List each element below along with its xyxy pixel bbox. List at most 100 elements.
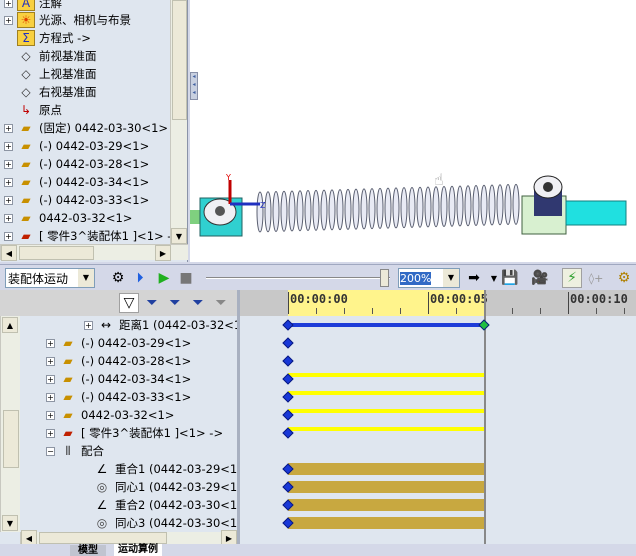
expand-toggle[interactable]: + xyxy=(4,159,13,169)
timeline-bar-yellow[interactable] xyxy=(288,409,484,413)
timeline-row[interactable] xyxy=(240,352,636,370)
filter-selected-icon[interactable]: ⏷ xyxy=(188,293,208,313)
scroll-left-button[interactable]: ◀ xyxy=(1,245,17,261)
tree-item[interactable]: + ▰ (-) 0442-03-33<1> xyxy=(4,191,149,209)
tree-item[interactable]: ∠ 重合2 (0442-03-30<1>,04 xyxy=(80,496,237,514)
add-key-icon[interactable]: ◊+ xyxy=(586,268,606,288)
timeline-row[interactable] xyxy=(240,442,636,460)
tab-model[interactable]: 模型 xyxy=(70,545,106,556)
animation-wizard-icon[interactable]: 🎥 xyxy=(530,268,550,288)
zoom-dropdown[interactable]: 200% ▼ xyxy=(398,268,460,288)
tree-item[interactable]: Σ 方程式 -> xyxy=(4,29,91,47)
filter-icon[interactable]: ▽ xyxy=(119,293,139,313)
scroll-thumb[interactable] xyxy=(3,410,19,468)
timeline-bar-gold[interactable] xyxy=(288,499,484,511)
key-point[interactable] xyxy=(282,355,294,367)
expand-toggle[interactable]: + xyxy=(46,428,55,438)
motor-icon[interactable]: ⚙ xyxy=(614,268,634,288)
tree-vertical-scrollbar[interactable]: ▼ xyxy=(170,0,187,244)
expand-toggle[interactable]: + xyxy=(46,374,55,384)
timeline-bar-yellow[interactable] xyxy=(288,373,484,377)
key-point[interactable] xyxy=(282,319,294,331)
expand-toggle[interactable]: + xyxy=(84,320,93,330)
timeline-bar-gold[interactable] xyxy=(288,517,484,529)
tree-item[interactable]: ◇ 上视基准面 xyxy=(4,65,96,83)
filter-results-icon[interactable]: ⏷ xyxy=(211,293,231,313)
timeline-row[interactable] xyxy=(240,370,636,388)
chevron-down-icon[interactable]: ▼ xyxy=(78,269,94,287)
expand-toggle[interactable]: + xyxy=(4,0,13,8)
timeline-row[interactable] xyxy=(240,316,636,334)
expand-toggle[interactable]: + xyxy=(46,392,55,402)
timeline[interactable]: 00:00:00 00:00:05 00:00:10 xyxy=(240,290,636,544)
panel-collapse-handle[interactable]: ◂ ◂ ◂ xyxy=(190,72,198,100)
timeline-row[interactable] xyxy=(240,334,636,352)
save-animation-icon[interactable]: 💾 xyxy=(500,268,520,288)
key-point[interactable] xyxy=(282,337,294,349)
tree-item[interactable]: + ▰ 0442-03-32<1> xyxy=(46,406,174,424)
scroll-up-button[interactable]: ▲ xyxy=(2,317,18,333)
expand-toggle[interactable]: + xyxy=(46,338,55,348)
expand-toggle[interactable]: − xyxy=(46,446,55,456)
scroll-down-button[interactable]: ▼ xyxy=(2,515,18,531)
scroll-thumb[interactable] xyxy=(19,246,94,260)
tree-item[interactable]: + ▰ (-) 0442-03-34<1> xyxy=(46,370,191,388)
tree-item[interactable]: ◎ 同心3 (0442-03-30<1>,04 xyxy=(80,514,237,532)
tree-item[interactable]: + ▰ (-) 0442-03-29<1> xyxy=(46,334,191,352)
playback-mode-icon[interactable]: ➡ xyxy=(464,268,484,288)
motion-vertical-scrollbar[interactable]: ▲ ▼ xyxy=(0,316,20,532)
expand-toggle[interactable]: + xyxy=(46,356,55,366)
timeline-bar-gold[interactable] xyxy=(288,481,484,493)
timeline-row[interactable] xyxy=(240,406,636,424)
tree-item[interactable]: + ▰ (-) 0442-03-34<1> xyxy=(4,173,149,191)
timeline-row[interactable] xyxy=(240,478,636,496)
tree-item[interactable]: − ⫴ 配合 xyxy=(46,442,104,460)
expand-toggle[interactable]: + xyxy=(4,141,13,151)
tree-item[interactable]: + ▰ (-) 0442-03-28<1> xyxy=(4,155,149,173)
expand-toggle[interactable]: + xyxy=(4,177,13,187)
scroll-thumb[interactable] xyxy=(172,0,187,120)
tree-horizontal-scrollbar[interactable]: ◀ ▶ xyxy=(0,244,188,261)
study-type-dropdown[interactable]: 装配体运动 ▼ xyxy=(5,268,95,288)
tree-item[interactable]: ↳ 原点 xyxy=(4,101,62,119)
stop-icon[interactable]: ■ xyxy=(176,268,196,288)
tree-item[interactable]: ◇ 前视基准面 xyxy=(4,47,96,65)
end-key-point[interactable] xyxy=(478,319,490,331)
timeline-row[interactable] xyxy=(240,460,636,478)
tree-item[interactable]: + ↔ 距离1 (0442-03-32<1> xyxy=(84,316,237,334)
slider-thumb[interactable] xyxy=(380,269,389,287)
expand-toggle[interactable]: + xyxy=(46,410,55,420)
tab-motion-study[interactable]: 运动算例 xyxy=(114,544,162,556)
tree-item[interactable]: + ▰ (固定) 0442-03-30<1> xyxy=(4,119,168,137)
timeline-bar-blue[interactable] xyxy=(288,323,484,327)
playback-speed-slider[interactable] xyxy=(206,277,390,279)
chevron-down-icon[interactable]: ▼ xyxy=(443,269,459,287)
timeline-row[interactable] xyxy=(240,388,636,406)
scroll-thumb[interactable] xyxy=(39,532,167,544)
timeline-row[interactable] xyxy=(240,514,636,532)
expand-toggle[interactable]: + xyxy=(4,15,13,25)
expand-toggle[interactable]: + xyxy=(4,123,13,133)
play-from-start-icon[interactable]: ⏵ xyxy=(130,268,150,288)
tree-item[interactable]: + ▰ [ 零件3^装配体1 ]<1> -> xyxy=(46,424,223,442)
tree-item[interactable]: ∠ 重合1 (0442-03-29<1>,04 xyxy=(80,460,237,478)
play-icon[interactable]: ▶ xyxy=(154,268,174,288)
tree-item[interactable]: ◇ 右视基准面 xyxy=(4,83,96,101)
tree-item[interactable]: + ▰ (-) 0442-03-29<1> xyxy=(4,137,149,155)
autokey-icon[interactable]: ⚡ xyxy=(562,268,582,288)
expand-toggle[interactable]: + xyxy=(4,231,13,241)
tree-item[interactable]: + ▰ (-) 0442-03-28<1> xyxy=(46,352,191,370)
tree-item[interactable]: ◎ 同心1 (0442-03-29<1>,04 xyxy=(80,478,237,496)
tree-item[interactable]: + ▰ [ 零件3^装配体1 ]<1> -> xyxy=(4,227,181,245)
timeline-row[interactable] xyxy=(240,496,636,514)
timeline-bar-yellow[interactable] xyxy=(288,391,484,395)
scroll-down-button[interactable]: ▼ xyxy=(171,228,187,244)
timeline-bar-yellow[interactable] xyxy=(288,427,484,431)
graphics-area[interactable]: ◂ ◂ ◂ Y Z ☝ xyxy=(190,0,636,262)
timeline-row[interactable] xyxy=(240,424,636,442)
filter-driving-icon[interactable]: ⏷ xyxy=(165,293,185,313)
motion-horizontal-scrollbar[interactable]: ◀ ▶ xyxy=(20,530,237,546)
expand-toggle[interactable]: + xyxy=(4,195,13,205)
timeline-bar-gold[interactable] xyxy=(288,463,484,475)
tree-item[interactable]: + ▰ (-) 0442-03-33<1> xyxy=(46,388,191,406)
